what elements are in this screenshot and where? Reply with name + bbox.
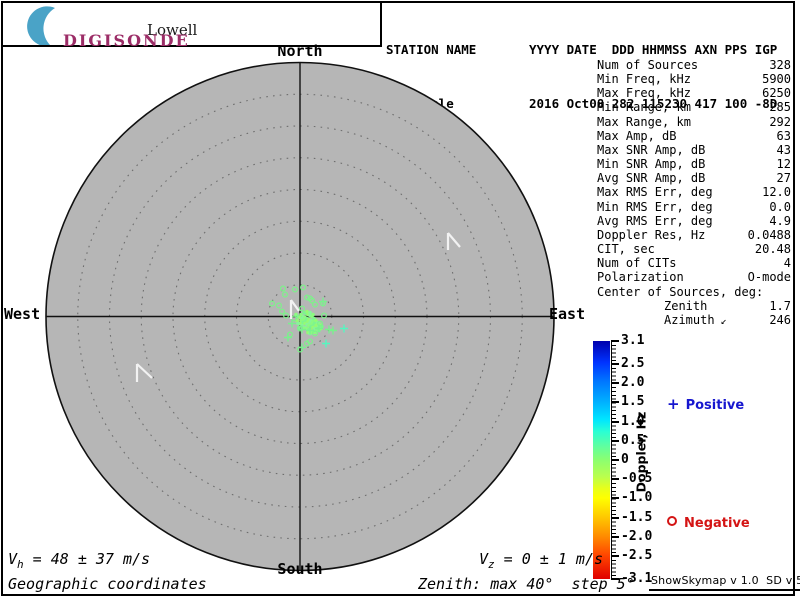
- plus-marker-icon: +: [667, 395, 680, 413]
- colorbar-tick: [611, 478, 619, 481]
- compass-south-label: South: [277, 560, 323, 578]
- station-header-columns: STATION NAME YYYY DATE DDD HHMMSS AXN PP…: [386, 42, 778, 57]
- stat-row: Max Range, km 292: [597, 114, 791, 129]
- stat-row: Min SNR Amp, dB 12: [597, 157, 791, 172]
- colorbar-tick: [611, 363, 619, 366]
- stat-row: Avg RMS Err, deg 4.9: [597, 213, 791, 228]
- colorbar-tick-label: 2.0: [621, 375, 645, 391]
- software-version-label: ShowSkymap v 1.0 SD v 5.1: [649, 574, 800, 591]
- stat-row: Num of CITs 4: [597, 256, 791, 271]
- stat-row: Min Freq, kHz 5900: [597, 72, 791, 87]
- doppler-colorbar: [593, 341, 610, 579]
- measurement-stats-panel: Num of Sources 328 Min Freq, kHz 5900 Max Fr…: [597, 58, 791, 329]
- colorbar-tick-label: -1.0: [621, 490, 653, 506]
- horizontal-velocity-readout: Vh = 48 ± 37 m/s: [8, 550, 151, 571]
- compass-north-label: North: [277, 42, 323, 60]
- colorbar-tick-label: 0: [621, 452, 629, 467]
- colorbar-tick: [611, 401, 619, 404]
- stat-row: Min Range, km 285: [597, 100, 791, 115]
- stat-row: Min RMS Err, deg 0.0: [597, 199, 791, 214]
- legend-positive-label: Positive: [685, 398, 745, 413]
- colorbar-tick-label: -2.0: [621, 528, 653, 544]
- colorbar-tick-label: 2.5: [621, 356, 645, 372]
- stat-row: Num of Sources 328: [597, 58, 791, 72]
- legend-negative-label: Negative: [684, 516, 750, 531]
- compass-east-label: East: [549, 305, 586, 323]
- colorbar-tick: [611, 340, 619, 342]
- colorbar-tick: [611, 535, 619, 538]
- stat-row: Center of Sources, deg:: [597, 284, 764, 299]
- compass-west-label: West: [4, 305, 41, 323]
- stat-row: Polarization O-mode: [597, 270, 791, 285]
- stat-row: Max Freq, kHz 6250: [597, 86, 791, 101]
- stat-row: Doppler Res, Hz 0.0488: [597, 227, 791, 242]
- legend-positive: + Positive: [667, 395, 744, 413]
- stat-row: Max Amp, dB 63: [597, 128, 791, 143]
- circle-marker-icon: [667, 516, 677, 526]
- colorbar-tick: [611, 459, 619, 461]
- colorbar-tick: [611, 420, 619, 423]
- stat-row: Max RMS Err, deg 12.0: [597, 185, 791, 200]
- coordinate-system-label: Geographic coordinates: [8, 575, 207, 593]
- colorbar-tick-label: -1.5: [621, 509, 653, 525]
- showskymap-window: Lowell DIGISONDE STATION NAME YYYY DATE …: [0, 0, 800, 600]
- colorbar-tick: [611, 382, 619, 385]
- colorbar-tick: [611, 554, 619, 557]
- colorbar-tick: [611, 497, 619, 500]
- colorbar-tick-label: -2.5: [621, 547, 653, 563]
- colorbar-title: Doppler, Hz: [633, 411, 649, 493]
- logo-text-digisonde: DIGISONDE: [63, 31, 190, 50]
- colorbar-tick-label: 1.5: [621, 394, 645, 410]
- vertical-velocity-readout: Vz = 0 ± 1 m/s: [479, 550, 604, 571]
- stat-row: CIT, sec 20.48: [597, 242, 791, 257]
- colorbar-tick-label: 3.1: [621, 333, 645, 348]
- stat-row: Avg SNR Amp, dB 27: [597, 171, 791, 186]
- legend-negative: Negative: [667, 516, 750, 531]
- colorbar-tick: [611, 516, 619, 519]
- colorbar-tick: [611, 439, 619, 442]
- stat-row: Max SNR Amp, dB 43: [597, 142, 791, 157]
- stat-row: Azimuth ↙ 246: [664, 312, 791, 327]
- lowell-digisonde-logo: Lowell DIGISONDE: [3, 3, 382, 50]
- stat-row: Zenith 1.7: [664, 298, 791, 313]
- zenith-scale-label: Zenith: max 40° step 5°: [418, 575, 635, 593]
